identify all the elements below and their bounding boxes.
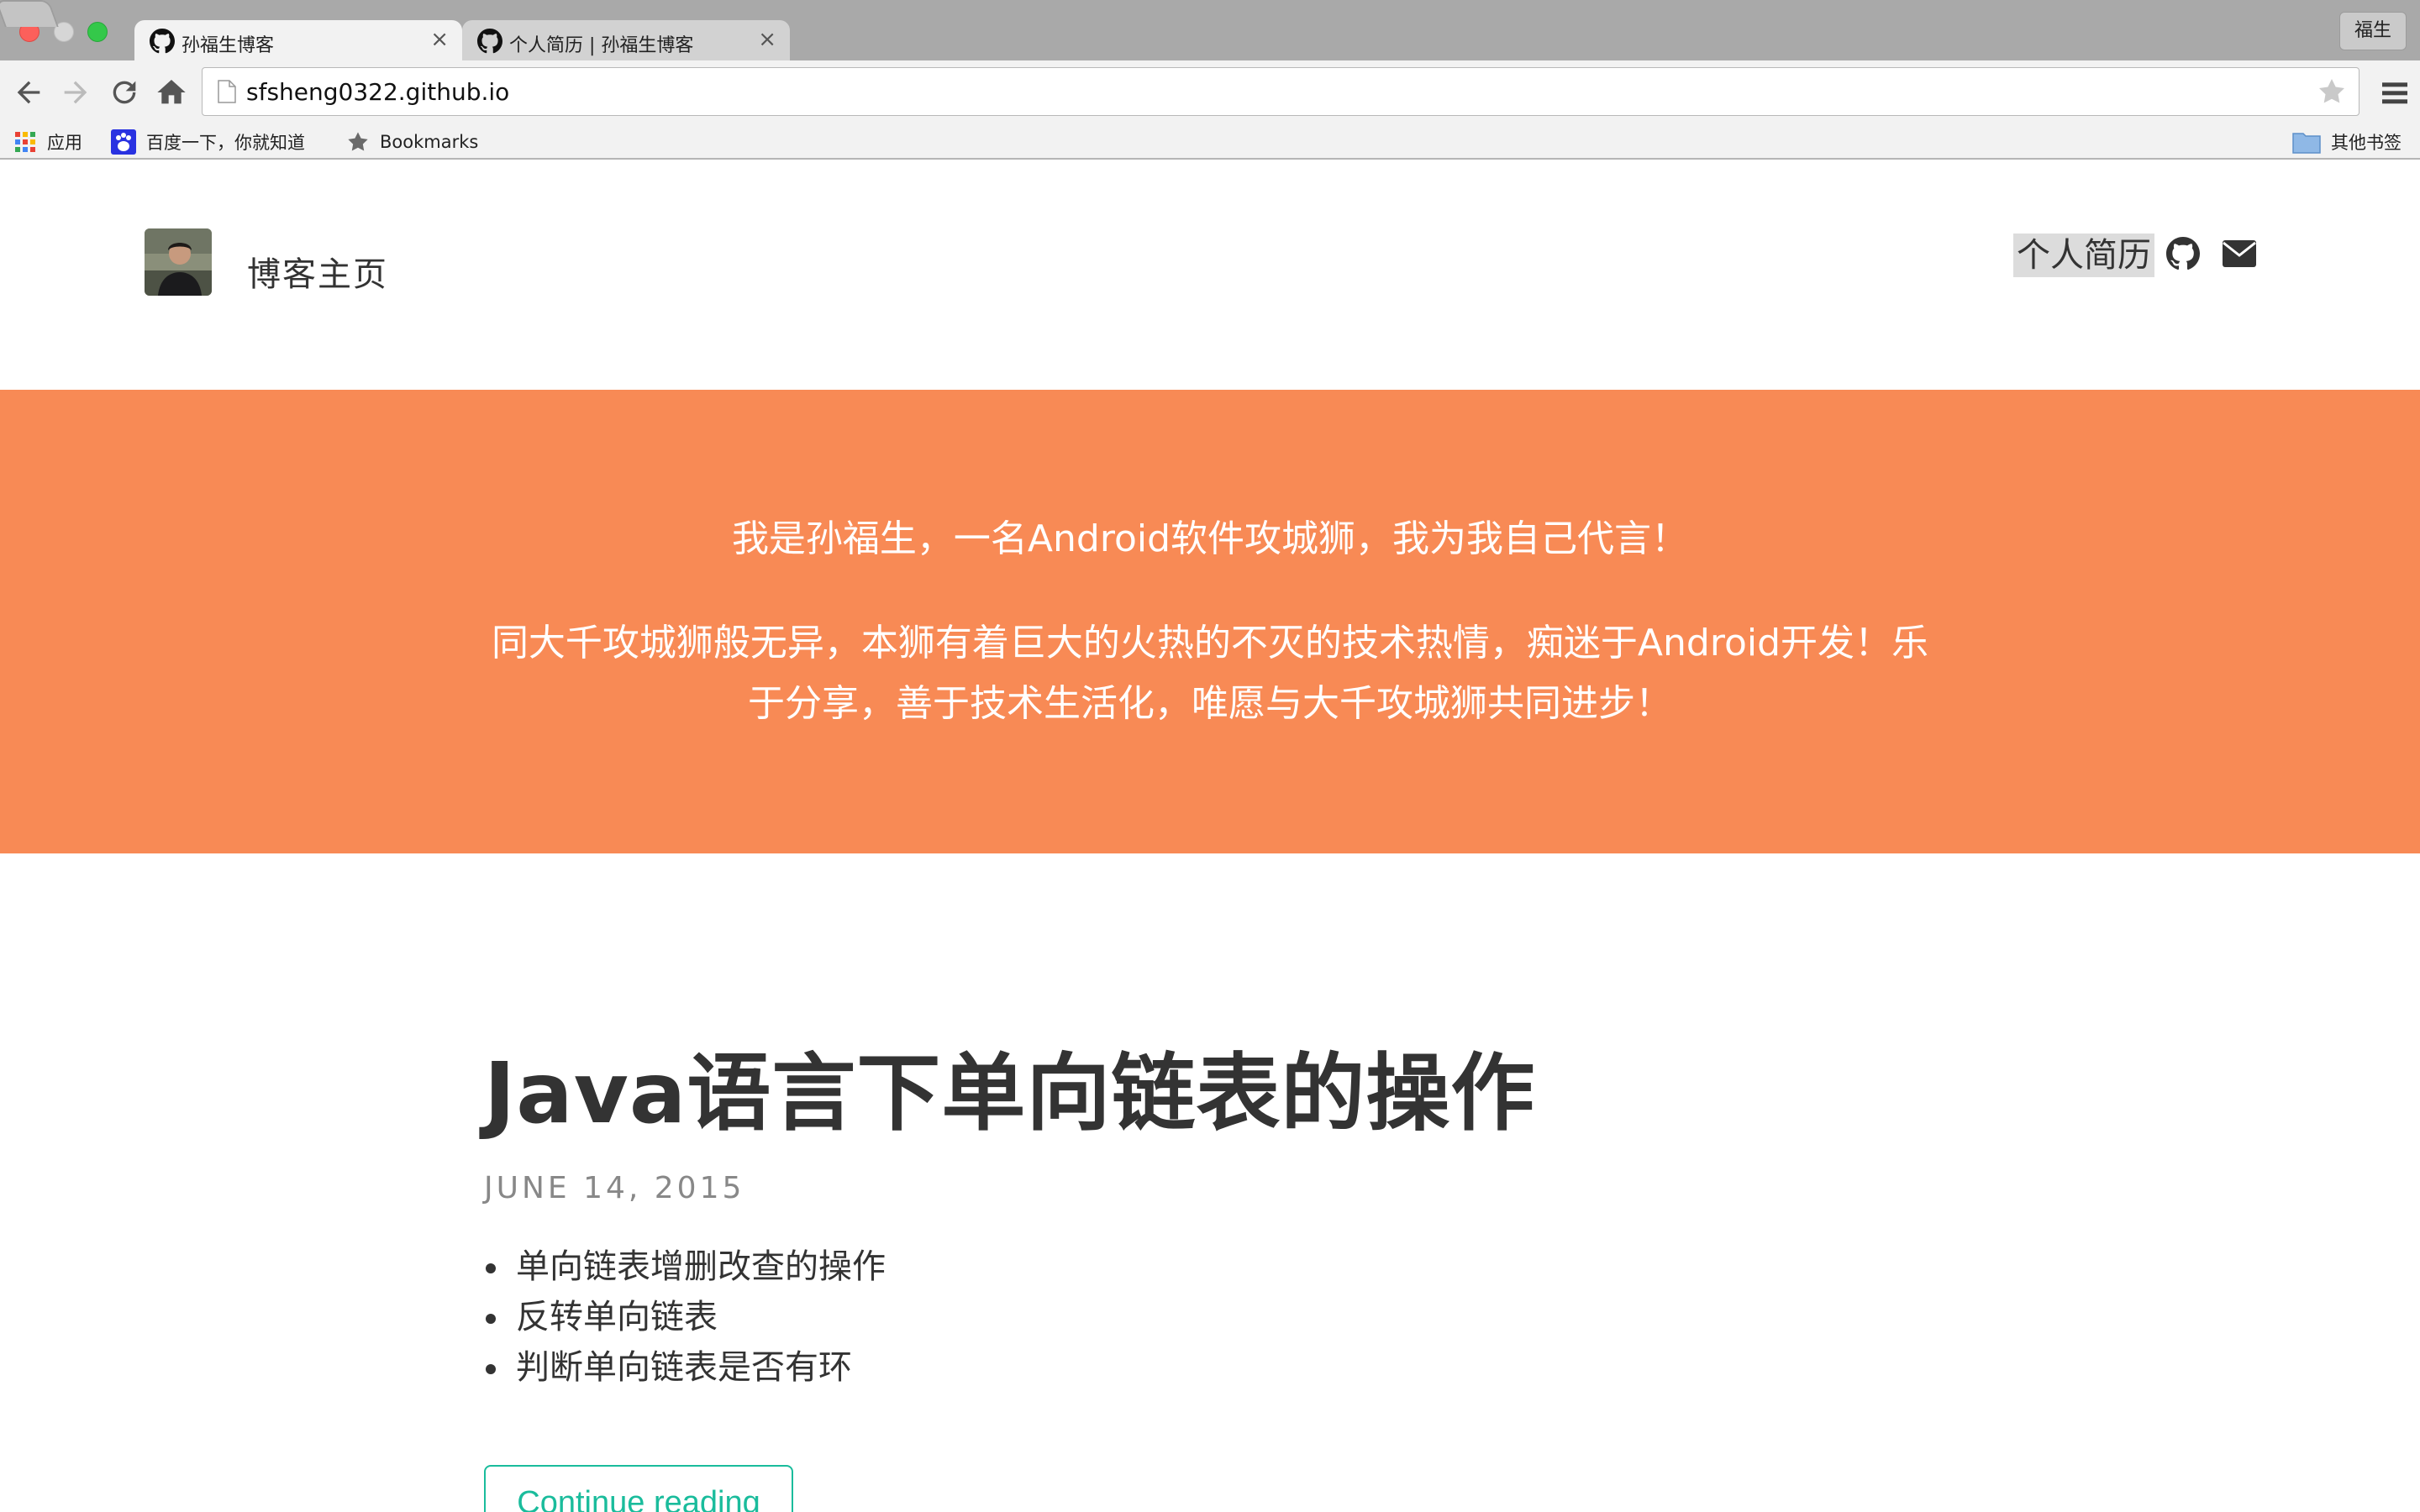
tab-title: 孙福生博客 — [182, 35, 275, 56]
bookmark-label: Bookmarks — [380, 132, 479, 152]
browser-tab[interactable]: 个人简历 | 孙福生博客 × — [462, 20, 790, 60]
browser-toolbar: sfsheng0322.github.io — [0, 60, 2420, 124]
hero-intro: 我是孙福生，一名Android软件攻城狮，我为我自己代言！ — [731, 517, 1689, 560]
bookmarks-bar: 应用 百度一下，你就知道 Bookmarks 其他书签 — [0, 124, 2420, 160]
new-tab-button[interactable] — [0, 0, 59, 27]
browser-tab-active[interactable]: 孙福生博客 × — [134, 20, 462, 60]
github-icon — [150, 29, 175, 54]
post-date: JUNE 14, 2015 — [484, 1171, 745, 1205]
continue-reading-button[interactable]: Continue reading — [484, 1465, 793, 1512]
apps-grid-icon — [15, 132, 35, 152]
list-item: 反转单向链表 — [484, 1292, 886, 1342]
tab-title: 个人简历 | 孙福生博客 — [509, 35, 694, 56]
back-arrow-icon[interactable] — [12, 76, 45, 109]
post-title[interactable]: Java语言下单向链表的操作 — [484, 1025, 1535, 1147]
bookmark-label: 其他书签 — [2331, 133, 2402, 153]
bookmark-apps[interactable]: 应用 — [13, 128, 82, 156]
avatar[interactable] — [145, 228, 212, 296]
envelope-icon[interactable] — [2222, 239, 2257, 269]
bookmark-star-icon[interactable] — [2317, 76, 2347, 107]
window-maximize-button[interactable] — [87, 22, 108, 42]
bookmark-baidu[interactable]: 百度一下，你就知道 — [111, 128, 305, 156]
site-header: 博客主页 个人简历 — [0, 160, 2420, 390]
post-summary-list: 单向链表增删改查的操作 反转单向链表 判断单向链表是否有环 — [484, 1242, 886, 1393]
list-item: 单向链表增删改查的操作 — [484, 1242, 886, 1292]
home-icon[interactable] — [155, 76, 188, 109]
hero-banner: 我是孙福生，一名Android软件攻城狮，我为我自己代言！ 同大千攻城狮般无异，… — [0, 390, 2420, 853]
star-icon — [348, 132, 368, 151]
bookmark-label: 应用 — [47, 133, 82, 153]
folder-icon — [2292, 133, 2321, 154]
profile-button[interactable]: 福生 — [2339, 12, 2407, 50]
site-title[interactable]: 博客主页 — [247, 247, 388, 296]
github-icon[interactable] — [2166, 237, 2200, 270]
hero-description: 同大千攻城狮般无异，本狮有着巨大的火热的不灭的技术热情，痴迷于Android开发… — [491, 622, 1929, 725]
nav-link-resume[interactable]: 个人简历 — [2013, 234, 2154, 277]
tab-close-icon[interactable]: × — [758, 27, 776, 52]
tab-close-icon[interactable]: × — [430, 27, 449, 52]
address-bar[interactable]: sfsheng0322.github.io — [202, 67, 2360, 116]
bookmark-label: 百度一下，你就知道 — [146, 133, 305, 153]
reload-icon[interactable] — [108, 76, 141, 109]
list-item: 判断单向链表是否有环 — [484, 1342, 886, 1393]
forward-arrow-icon[interactable] — [59, 76, 92, 109]
url-text: sfsheng0322.github.io — [246, 78, 510, 106]
github-icon — [477, 29, 502, 54]
page-icon — [218, 80, 236, 103]
baidu-paw-icon — [111, 129, 136, 155]
other-bookmarks[interactable]: 其他书签 — [2292, 128, 2402, 156]
browser-titlebar: 孙福生博客 × 个人简历 | 孙福生博客 × 福生 — [0, 0, 2420, 60]
menu-hamburger-icon[interactable] — [2378, 76, 2412, 109]
post-preview: Java语言下单向链表的操作 JUNE 14, 2015 单向链表增删改查的操作… — [484, 853, 1996, 1512]
bookmark-bookmarks[interactable]: Bookmarks — [346, 128, 478, 156]
